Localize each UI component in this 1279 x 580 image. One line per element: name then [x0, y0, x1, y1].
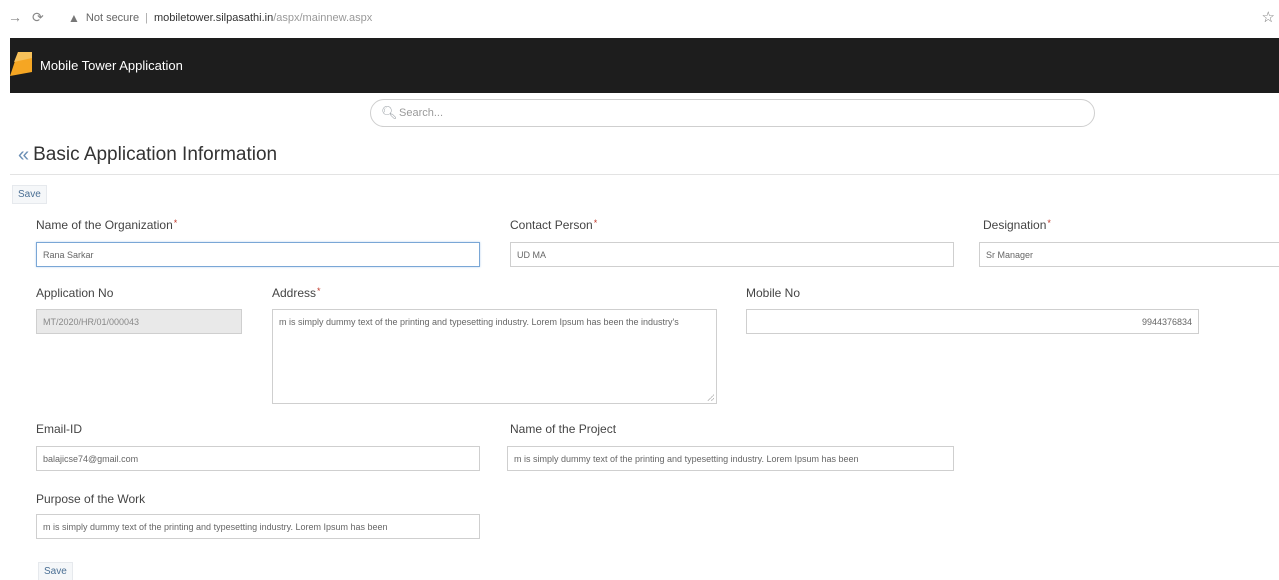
- purpose-field[interactable]: m is simply dummy text of the printing a…: [36, 514, 480, 539]
- url-separator: |: [145, 12, 148, 24]
- contact-person-field[interactable]: UD MA: [510, 242, 954, 267]
- contact-person-label: Contact Person*: [510, 218, 598, 232]
- mobile-no-field[interactable]: 9944376834: [746, 309, 1199, 334]
- app-header: Mobile Tower Application: [10, 38, 1279, 93]
- mobile-no-label: Mobile No: [746, 286, 801, 300]
- page-heading: « Basic Application Information: [18, 144, 277, 166]
- address-label: Address*: [272, 286, 321, 300]
- warning-icon: ▲: [68, 11, 80, 25]
- url-host: mobiletower.silpasathi.in: [153, 12, 274, 24]
- address-textarea[interactable]: m is simply dummy text of the printing a…: [272, 309, 717, 404]
- project-name-field[interactable]: m is simply dummy text of the printing a…: [507, 446, 954, 471]
- reload-icon[interactable]: ⟳: [32, 9, 44, 26]
- page-title: Basic Application Information: [33, 144, 278, 165]
- save-button-top[interactable]: Save: [12, 185, 47, 204]
- project-name-label: Name of the Project: [510, 422, 617, 436]
- search-input[interactable]: [399, 104, 1079, 122]
- application-no-field: MT/2020/HR/01/000043: [36, 309, 242, 334]
- organization-field[interactable]: Rana Sarkar: [36, 242, 480, 267]
- purpose-label: Purpose of the Work: [36, 492, 146, 506]
- forward-icon[interactable]: →: [8, 9, 22, 25]
- save-button-bottom[interactable]: Save: [38, 562, 73, 580]
- app-logo-icon: [10, 52, 32, 76]
- designation-field[interactable]: Sr Manager: [979, 242, 1279, 267]
- email-label: Email-ID: [36, 422, 83, 436]
- resize-grip-icon[interactable]: [707, 394, 714, 401]
- bookmark-star-icon[interactable]: ☆: [1262, 8, 1275, 26]
- search-icon: 🔍︎: [381, 105, 398, 120]
- heading-divider: [10, 174, 1279, 175]
- organization-label: Name of the Organization*: [36, 218, 178, 232]
- app-title: Mobile Tower Application: [40, 58, 183, 73]
- application-no-label: Application No: [36, 286, 114, 300]
- designation-label: Designation*: [983, 218, 1051, 232]
- address-text: m is simply dummy text of the printing a…: [279, 317, 679, 327]
- search-box[interactable]: 🔍︎: [370, 99, 1095, 127]
- security-label: Not secure: [85, 12, 140, 24]
- collapse-chevrons-icon[interactable]: «: [18, 145, 29, 165]
- browser-toolbar: → ⟳ ▲ Not secure | mobiletower.silpasath…: [0, 0, 1279, 36]
- email-field[interactable]: balajicse74@gmail.com: [36, 446, 480, 471]
- url-path: /aspx/mainnew.aspx: [273, 12, 373, 24]
- address-bar[interactable]: ▲ Not secure | mobiletower.silpasathi.in…: [68, 6, 468, 30]
